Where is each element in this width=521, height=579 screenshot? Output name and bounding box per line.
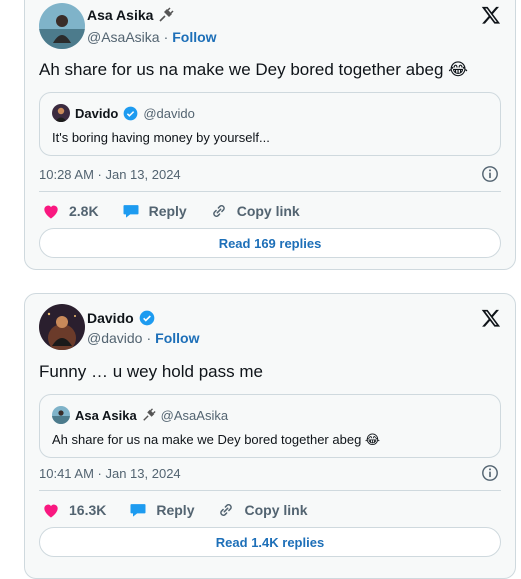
follow-button[interactable]: Follow [172,29,216,45]
like-button[interactable]: 16.3K [41,500,106,520]
copy-link-label: Copy link [244,502,308,518]
divider [39,191,501,192]
quoted-author-name: Asa Asika [75,407,137,423]
quoted-author-handle: @AsaAsika [160,407,229,423]
quoted-text: Ah share for us na make we Dey bored tog… [52,432,381,447]
action-bar: 16.3K Reply Copy link [41,500,330,520]
tweet-text: Ah share for us na make we Dey bored tog… [39,60,469,79]
author-handle[interactable]: @davido [87,330,142,346]
quoted-text: It's boring having money by yourself... [52,130,270,145]
link-icon [216,500,236,520]
read-replies-button[interactable]: Read 1.4K replies [39,527,501,557]
heart-icon [41,500,61,520]
avatar[interactable] [39,304,85,350]
quoted-tweet[interactable]: Davido @davido It's boring having money … [39,92,501,156]
info-icon[interactable] [481,165,499,183]
reply-label: Reply [148,203,187,219]
read-replies-button[interactable]: Read 169 replies [39,228,501,258]
verified-badge-icon [139,310,155,326]
like-count: 16.3K [69,502,107,518]
x-logo-icon[interactable] [481,308,501,328]
separator-dot: · [163,29,169,45]
quoted-tweet-header: Davido @davido [52,104,195,122]
quoted-avatar [52,406,70,424]
quoted-author-name: Davido [75,105,119,121]
author-name-line: Davido [87,310,155,326]
author-name[interactable]: Davido [87,310,134,326]
author-name-line: Asa Asika [87,7,174,23]
quoted-tweet[interactable]: Asa Asika @AsaAsika Ah share for us na m… [39,394,501,458]
tweet-card-asa: Asa Asika @AsaAsika · Follow Ah share fo… [24,0,516,270]
handle-line: @davido · Follow [87,330,199,346]
tweet-text: Funny … u wey hold pass me [39,362,263,381]
quoted-tweet-header: Asa Asika @AsaAsika [52,406,228,424]
author-handle[interactable]: @AsaAsika [87,29,160,45]
separator-dot: · [146,330,152,346]
action-bar: 2.8K Reply Copy link [41,201,322,221]
like-button[interactable]: 2.8K [41,201,99,221]
copy-link-button[interactable]: Copy link [209,201,300,221]
author-name[interactable]: Asa Asika [87,7,153,23]
quoted-avatar [52,104,70,122]
reply-label: Reply [156,502,195,518]
timestamp[interactable]: 10:41 AM · Jan 13, 2024 [39,466,181,481]
link-icon [209,201,229,221]
timestamp[interactable]: 10:28 AM · Jan 13, 2024 [39,167,181,182]
divider [39,490,501,491]
quoted-author-handle: @davido [143,105,195,121]
like-count: 2.8K [69,203,99,219]
copy-link-button[interactable]: Copy link [216,500,308,520]
handle-line: @AsaAsika · Follow [87,29,217,45]
speech-bubble-icon [121,201,141,221]
info-icon[interactable] [481,464,499,482]
follow-button[interactable]: Follow [155,330,199,346]
tweet-card-davido: Davido @davido · Follow Funny … u wey ho… [24,293,516,579]
x-logo-icon[interactable] [481,5,501,25]
heart-icon [41,201,61,221]
avatar[interactable] [39,3,85,49]
reply-button[interactable]: Reply [121,201,187,221]
plug-icon [158,7,174,23]
copy-link-label: Copy link [236,203,300,219]
speech-bubble-icon [128,500,148,520]
plug-icon [142,408,156,422]
verified-badge-icon [123,106,138,121]
reply-button[interactable]: Reply [128,500,194,520]
